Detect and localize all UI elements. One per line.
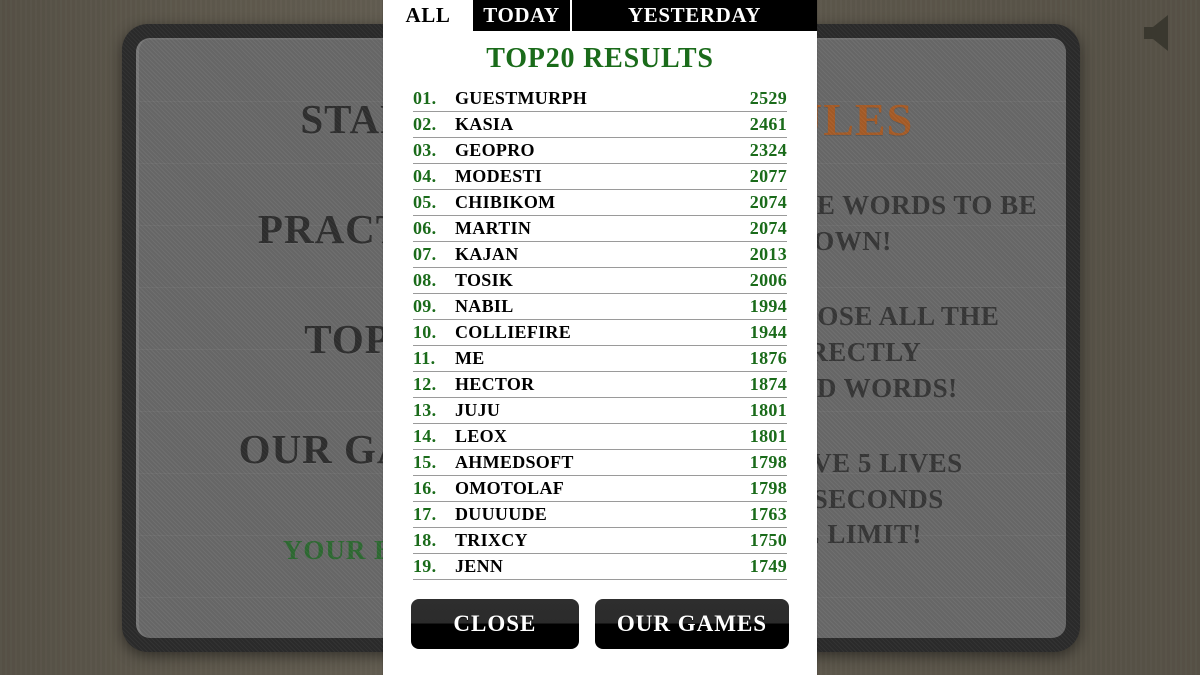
table-row: 18. TRIXCY 1750 bbox=[413, 528, 787, 554]
table-row: 19. JENN 1749 bbox=[413, 554, 787, 580]
row-rank: 18. bbox=[413, 530, 437, 550]
table-row: 16. OMOTOLAF 1798 bbox=[413, 476, 787, 502]
row-score: 2006 bbox=[749, 270, 787, 290]
row-rank: 04. bbox=[413, 166, 437, 186]
row-score: 1876 bbox=[749, 348, 787, 368]
speaker-icon-glyph bbox=[1144, 15, 1168, 51]
row-score: 2461 bbox=[749, 114, 787, 134]
row-name: ME bbox=[455, 348, 485, 368]
row-score: 2077 bbox=[749, 166, 787, 186]
table-row: 07. KAJAN 2013 bbox=[413, 242, 787, 268]
row-rank: 11. bbox=[413, 348, 436, 368]
row-name: NABIL bbox=[455, 296, 514, 316]
row-score: 1801 bbox=[749, 426, 787, 446]
row-rank: 10. bbox=[413, 322, 437, 342]
row-rank: 05. bbox=[413, 192, 437, 212]
results-filter-tabs: ALL TODAY YESTERDAY bbox=[383, 0, 817, 31]
row-score: 1749 bbox=[749, 556, 787, 576]
row-name: AHMEDSOFT bbox=[455, 452, 574, 472]
row-rank: 09. bbox=[413, 296, 437, 316]
table-row: 17. DUUUUDE 1763 bbox=[413, 502, 787, 528]
row-score: 2013 bbox=[749, 244, 787, 264]
row-score: 1798 bbox=[749, 478, 787, 498]
row-rank: 08. bbox=[413, 270, 437, 290]
table-row: 01. GUESTMURPH 2529 bbox=[413, 86, 787, 112]
tab-today[interactable]: TODAY bbox=[473, 0, 570, 31]
table-row: 08. TOSIK 2006 bbox=[413, 268, 787, 294]
row-score: 1798 bbox=[749, 452, 787, 472]
row-name: COLLIEFIRE bbox=[455, 322, 572, 342]
row-score: 1994 bbox=[749, 296, 787, 316]
table-row: 15. AHMEDSOFT 1798 bbox=[413, 450, 787, 476]
row-score: 2529 bbox=[749, 88, 787, 108]
row-score: 2074 bbox=[749, 218, 787, 238]
row-score: 1750 bbox=[749, 530, 787, 550]
modal-footer: CLOSE OUR GAMES bbox=[383, 585, 817, 675]
row-rank: 06. bbox=[413, 218, 437, 238]
row-name: KASIA bbox=[455, 114, 514, 134]
row-rank: 12. bbox=[413, 374, 437, 394]
table-row: 14. LEOX 1801 bbox=[413, 424, 787, 450]
table-row: 03. GEOPRO 2324 bbox=[413, 138, 787, 164]
table-row: 13. JUJU 1801 bbox=[413, 398, 787, 424]
tab-yesterday[interactable]: YESTERDAY bbox=[570, 0, 817, 31]
row-score: 1944 bbox=[749, 322, 787, 342]
row-name: TOSIK bbox=[455, 270, 514, 290]
our-games-button[interactable]: OUR GAMES bbox=[594, 599, 790, 649]
table-row: 10. COLLIEFIRE 1944 bbox=[413, 320, 787, 346]
row-score: 1763 bbox=[749, 504, 787, 524]
row-name: MARTIN bbox=[455, 218, 532, 238]
row-name: GUESTMURPH bbox=[455, 88, 588, 108]
row-name: MODESTI bbox=[455, 166, 543, 186]
table-row: 05. CHIBIKOM 2074 bbox=[413, 190, 787, 216]
row-name: TRIXCY bbox=[455, 530, 528, 550]
row-name: KAJAN bbox=[455, 244, 519, 264]
row-name: GEOPRO bbox=[455, 140, 535, 160]
row-score: 1874 bbox=[749, 374, 787, 394]
modal-title: TOP20 RESULTS bbox=[486, 43, 714, 74]
row-name: OMOTOLAF bbox=[455, 478, 565, 498]
row-rank: 07. bbox=[413, 244, 437, 264]
row-rank: 17. bbox=[413, 504, 437, 524]
row-score: 2074 bbox=[749, 192, 787, 212]
game-scene: START PRACTICE TOP20 OUR GAMES YOUR BEST… bbox=[0, 0, 1200, 675]
table-row: 12. HECTOR 1874 bbox=[413, 372, 787, 398]
row-name: CHIBIKOM bbox=[455, 192, 556, 212]
row-rank: 01. bbox=[413, 88, 437, 108]
table-row: 06. MARTIN 2074 bbox=[413, 216, 787, 242]
speaker-icon[interactable] bbox=[1132, 10, 1184, 56]
row-rank: 02. bbox=[413, 114, 437, 134]
row-rank: 13. bbox=[413, 400, 437, 420]
row-name: DUUUUDE bbox=[455, 504, 548, 524]
row-rank: 15. bbox=[413, 452, 437, 472]
row-rank: 16. bbox=[413, 478, 437, 498]
row-rank: 03. bbox=[413, 140, 437, 160]
table-row: 09. NABIL 1994 bbox=[413, 294, 787, 320]
table-row: 11. ME 1876 bbox=[413, 346, 787, 372]
row-name: LEOX bbox=[455, 426, 508, 446]
results-list: 01. GUESTMURPH 2529 02. KASIA 2461 03. G… bbox=[383, 86, 817, 585]
table-row: 02. KASIA 2461 bbox=[413, 112, 787, 138]
table-row: 04. MODESTI 2077 bbox=[413, 164, 787, 190]
close-button[interactable]: CLOSE bbox=[410, 599, 579, 649]
row-name: HECTOR bbox=[455, 374, 535, 394]
top20-results-modal: ALL TODAY YESTERDAY TOP20 RESULTS 01. GU… bbox=[383, 0, 817, 675]
row-name: JUJU bbox=[455, 400, 501, 420]
row-name: JENN bbox=[455, 556, 504, 576]
row-score: 1801 bbox=[749, 400, 787, 420]
row-rank: 19. bbox=[413, 556, 437, 576]
row-rank: 14. bbox=[413, 426, 437, 446]
tab-all[interactable]: ALL bbox=[383, 0, 473, 31]
row-score: 2324 bbox=[749, 140, 787, 160]
